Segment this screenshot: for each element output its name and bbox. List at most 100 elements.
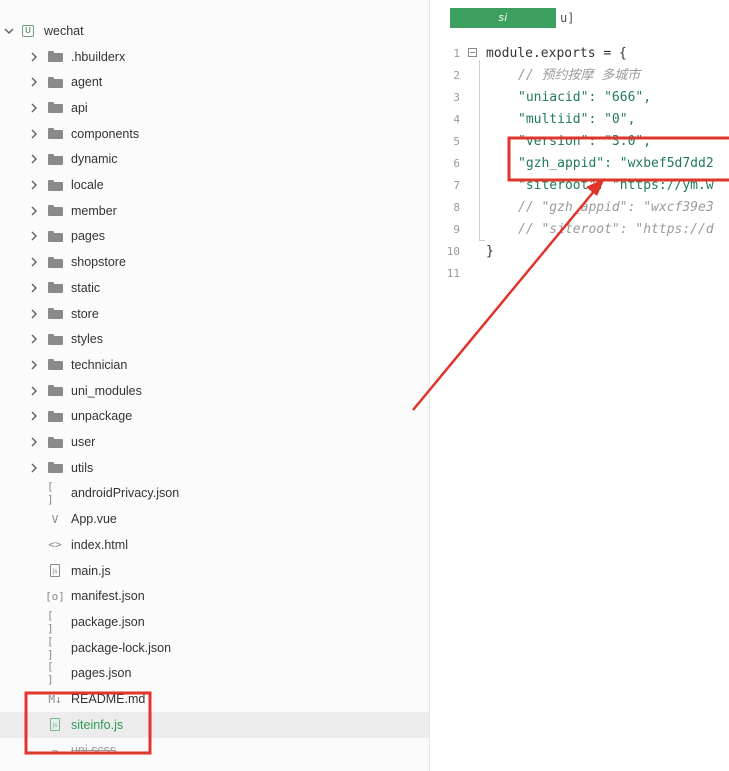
- file-doc-shape: js: [50, 564, 60, 578]
- code-line[interactable]: 2 // 预约按摩 多城市: [430, 65, 729, 87]
- code-line[interactable]: 3 "uniacid": "666",: [430, 87, 729, 109]
- chevron-right-icon[interactable]: [27, 358, 41, 372]
- tree-item-label: package.json: [71, 614, 145, 629]
- tree-folder-row[interactable]: shopstore: [0, 249, 429, 275]
- chevron-right-icon[interactable]: [27, 101, 41, 115]
- chevron-right-icon[interactable]: [27, 255, 41, 269]
- tree-file-row[interactable]: [ ] androidPrivacy.json: [0, 480, 429, 506]
- tree-item-label: static: [71, 280, 101, 295]
- folder-shape: [47, 333, 63, 345]
- tree-item-label: api: [71, 100, 88, 115]
- tree-item-label: uni_modules: [71, 383, 142, 398]
- tree-folder-row[interactable]: static: [0, 275, 429, 301]
- folder-shape: [47, 256, 63, 268]
- tree-file-row[interactable]: [o] manifest.json: [0, 583, 429, 609]
- chevron-right-icon[interactable]: [27, 435, 41, 449]
- folder-shape: [47, 230, 63, 242]
- tab-suffix-text: u]: [560, 11, 575, 25]
- line-number: 4: [453, 113, 460, 126]
- chevron-down-icon[interactable]: [2, 24, 16, 38]
- file-glyph: [ ]: [47, 660, 54, 687]
- folder-shape: [47, 308, 63, 320]
- folder-icon: [47, 307, 63, 321]
- tree-folder-row[interactable]: pages: [0, 224, 429, 250]
- line-number: 3: [453, 91, 460, 104]
- file-glyph: [ ]: [47, 608, 54, 635]
- tree-item-label: store: [71, 306, 99, 321]
- chevron-right-icon[interactable]: [27, 229, 41, 243]
- tree-file-row[interactable]: js main.js: [0, 558, 429, 584]
- folder-shape: [47, 76, 63, 88]
- tree-item-label: siteinfo.js: [71, 717, 124, 732]
- chevron-right-icon[interactable]: [27, 384, 41, 398]
- tree-root-row[interactable]: Uwechat: [0, 18, 429, 44]
- code-text: "gzh_appid": "wxbef5d7dd2: [518, 156, 714, 171]
- tree-folder-row[interactable]: api: [0, 95, 429, 121]
- folder-shape: [47, 205, 63, 217]
- tree-file-row-selected[interactable]: js siteinfo.js: [0, 711, 429, 738]
- code-line[interactable]: 5 "version": "3.0",: [430, 131, 729, 153]
- code-line[interactable]: 4 "multiid": "0",: [430, 109, 729, 131]
- tree-folder-row[interactable]: member: [0, 198, 429, 224]
- code-line[interactable]: 11: [430, 263, 729, 285]
- code-line[interactable]: 10}: [430, 241, 729, 263]
- editor-tab-siteinfo[interactable]: si: [450, 8, 556, 28]
- tree-item-label: user: [71, 435, 96, 450]
- tree-file-row[interactable]: M↓ README.md: [0, 686, 429, 712]
- chevron-right-icon[interactable]: [27, 75, 41, 89]
- tree-folder-row[interactable]: locale: [0, 172, 429, 198]
- chevron-right-icon[interactable]: [27, 204, 41, 218]
- code-line[interactable]: 7 "siteroot": "https://ym.w: [430, 175, 729, 197]
- folder-shape: [47, 462, 63, 474]
- tree-folder-row[interactable]: dynamic: [0, 147, 429, 173]
- tree-folder-row[interactable]: agent: [0, 69, 429, 95]
- file-glyph: M↓: [48, 692, 62, 706]
- chevron-right-icon[interactable]: [27, 332, 41, 346]
- code-line[interactable]: 9 // "siteroot": "https://d: [430, 219, 729, 241]
- chevron-right-icon[interactable]: [27, 178, 41, 192]
- tree-folder-row[interactable]: .hbuilderx: [0, 44, 429, 70]
- tree-folder-row[interactable]: styles: [0, 326, 429, 352]
- tree-item-label: technician: [71, 357, 128, 372]
- code-line[interactable]: 6 "gzh_appid": "wxbef5d7dd2: [430, 153, 729, 175]
- tree-folder-row[interactable]: components: [0, 121, 429, 147]
- tree-file-row[interactable]: [ ] package-lock.json: [0, 635, 429, 661]
- folder-icon: [47, 229, 63, 243]
- fold-toggle-icon[interactable]: [468, 48, 477, 57]
- tree-folder-row[interactable]: store: [0, 301, 429, 327]
- tree-item-label: manifest.json: [71, 589, 145, 604]
- tree-folder-row[interactable]: user: [0, 429, 429, 455]
- project-badge: U: [22, 24, 34, 37]
- chevron-right-icon[interactable]: [27, 152, 41, 166]
- chevron-right-icon[interactable]: [27, 409, 41, 423]
- folder-shape: [47, 102, 63, 114]
- tree-item-label: locale: [71, 178, 104, 193]
- html-icon: <>: [47, 538, 63, 552]
- code-editor[interactable]: si u] 1 module.exports = {2 // 预约按摩 多城市 3 "u…: [430, 0, 729, 771]
- tree-file-row[interactable]: <> index.html: [0, 532, 429, 558]
- folder-icon: [47, 332, 63, 346]
- folder-shape: [47, 385, 63, 397]
- tree-folder-row[interactable]: uni_modules: [0, 378, 429, 404]
- folder-icon: [47, 178, 63, 192]
- chevron-right-icon[interactable]: [27, 307, 41, 321]
- tree-folder-row[interactable]: utils: [0, 455, 429, 481]
- folder-icon: [47, 204, 63, 218]
- code-text: "uniacid": "666",: [518, 90, 652, 105]
- folder-icon: [47, 50, 63, 64]
- chevron-right-icon[interactable]: [27, 127, 41, 141]
- chevron-right-icon[interactable]: [27, 50, 41, 64]
- tree-item-label: index.html: [71, 537, 128, 552]
- tree-file-row[interactable]: V App.vue: [0, 506, 429, 532]
- chevron-right-icon[interactable]: [27, 461, 41, 475]
- vue-file-icon: V: [47, 512, 63, 526]
- folder-shape: [47, 128, 63, 140]
- tree-file-row[interactable]: [ ] package.json: [0, 609, 429, 635]
- code-line[interactable]: 8 // "gzh_appid": "wxcf39e3: [430, 197, 729, 219]
- chevron-right-icon[interactable]: [27, 281, 41, 295]
- tree-folder-row[interactable]: technician: [0, 352, 429, 378]
- tree-folder-row[interactable]: unpackage: [0, 404, 429, 430]
- tree-file-row[interactable]: ~ uni.scss: [0, 738, 429, 764]
- tree-file-row[interactable]: [ ] pages.json: [0, 660, 429, 687]
- code-line[interactable]: 1 module.exports = {: [430, 43, 729, 65]
